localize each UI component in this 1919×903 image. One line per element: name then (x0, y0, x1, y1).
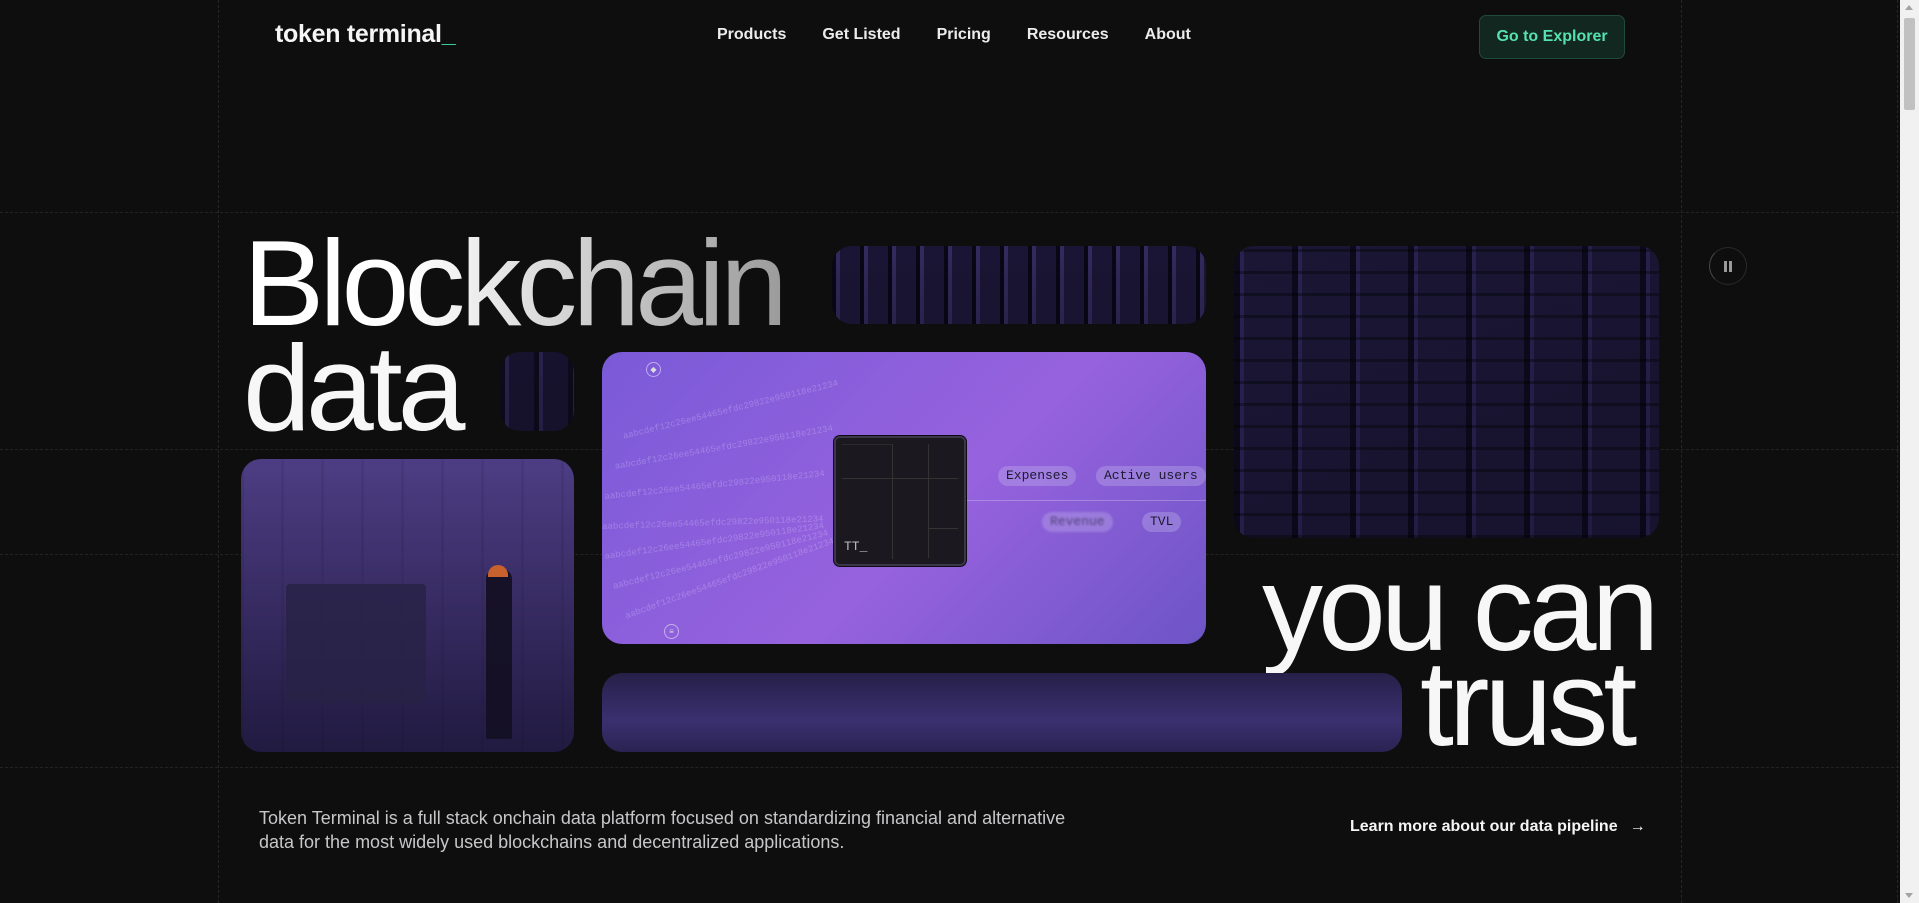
learn-more-link[interactable]: Learn more about our data pipeline → (1350, 818, 1646, 836)
grid-line (0, 212, 1899, 213)
page-scrollbar[interactable] (1900, 0, 1919, 903)
server-rack-image (1234, 246, 1659, 538)
warehouse-worker-image (241, 459, 574, 752)
pause-icon (1724, 260, 1727, 272)
data-center-floor-image (602, 673, 1402, 752)
pill-tvl: TVL (1142, 512, 1182, 532)
data-pipeline-card: aabcdef12c26ee54465efdc29822e950118e2123… (602, 352, 1206, 644)
nav-get-listed[interactable]: Get Listed (822, 26, 900, 44)
token-icon: ≡ (664, 624, 679, 639)
pill-active-users: Active users (1096, 466, 1206, 486)
pill-expenses: Expenses (998, 466, 1077, 486)
nav-products[interactable]: Products (717, 26, 786, 44)
chip-panel (896, 444, 929, 558)
token-terminal-chip: TT_ (834, 436, 966, 566)
chip-label: TT_ (844, 539, 868, 554)
pill-revenue: Revenue (1042, 512, 1113, 532)
nav-about[interactable]: About (1145, 26, 1191, 44)
data-stream-text: aabcdef12c26ee54465efdc29822e950118e2123… (604, 468, 826, 502)
scroll-up-icon[interactable] (1905, 5, 1913, 10)
nav-resources[interactable]: Resources (1027, 26, 1109, 44)
pause-icon (1729, 260, 1732, 272)
go-to-explorer-button[interactable]: Go to Explorer (1479, 15, 1625, 59)
token-icon: ◆ (646, 362, 661, 377)
platform-description: Token Terminal is a full stack onchain d… (259, 808, 1066, 852)
pause-animation-button[interactable] (1709, 247, 1747, 285)
worker-shape (486, 569, 512, 739)
headline-data: data (243, 320, 465, 456)
nav-pricing[interactable]: Pricing (937, 26, 991, 44)
logo-cursor: _ (441, 20, 456, 48)
crates-shape (286, 584, 426, 704)
scrollbar-thumb[interactable] (1904, 18, 1915, 110)
logo-text: token terminal (275, 20, 442, 48)
logo[interactable]: token terminal_ (275, 20, 456, 49)
hard-hat-shape (488, 565, 508, 577)
connector-line (958, 500, 1206, 501)
arrow-right-icon: → (1629, 818, 1646, 835)
chip-divider (842, 478, 958, 479)
small-server-image (500, 352, 574, 431)
chip-divider (928, 528, 958, 529)
scroll-down-icon[interactable] (1905, 893, 1913, 898)
headline-trust: trust (1420, 635, 1637, 771)
main-nav: Products Get Listed Pricing Resources Ab… (717, 26, 1191, 44)
learn-more-label: Learn more about our data pipeline (1350, 818, 1618, 835)
server-room-image (832, 246, 1206, 324)
